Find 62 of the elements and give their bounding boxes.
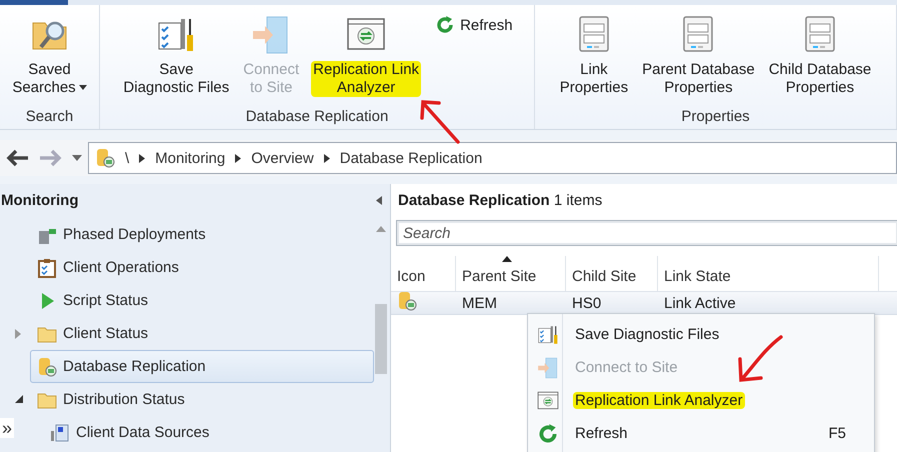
tree-item-label: Client Data Sources (76, 424, 210, 441)
pane-title: Monitoring (1, 192, 78, 208)
breadcrumb-item[interactable]: Monitoring (155, 150, 226, 166)
checklist-wrench-icon (537, 324, 559, 346)
annotation-arrow (418, 98, 462, 144)
refresh-icon (435, 15, 456, 35)
tree-item-label: Phased Deployments (63, 226, 206, 243)
database-sync-icon (95, 148, 115, 168)
refresh-button[interactable]: Refresh (433, 13, 515, 37)
tree-item[interactable]: Script Status (30, 284, 374, 317)
column-header[interactable]: Link State (658, 256, 879, 291)
breadcrumb-item[interactable]: Overview (251, 150, 314, 166)
ribbon-button[interactable]: Parent Database Properties (638, 13, 759, 99)
clipboard-icon (37, 258, 57, 278)
tree-item[interactable]: Client Data Sources (43, 416, 374, 449)
menu-item[interactable]: Save Diagnostic Files (528, 318, 874, 351)
group-label: Properties (681, 108, 750, 127)
window-sync-icon (537, 390, 559, 412)
server-arrow-icon (537, 356, 559, 378)
menu-item[interactable]: Refresh F5 (528, 417, 874, 450)
caret-icon (78, 85, 87, 92)
column-header[interactable]: Child Site (566, 256, 658, 291)
ribbon-button[interactable]: Link Properties (556, 13, 632, 99)
overflow-button[interactable]: » (0, 418, 14, 438)
menu-item[interactable]: Replication Link Analyzer (528, 384, 874, 417)
tree-item-label: Distribution Status (63, 391, 185, 408)
table-cell-text: Link Active (663, 294, 737, 312)
history-dropdown[interactable] (70, 155, 84, 161)
breadcrumb-separator-icon (139, 154, 146, 162)
table-cell-text: HS0 (571, 294, 602, 312)
database-sync-icon (37, 356, 57, 376)
tree-item-label: Client Operations (63, 259, 179, 276)
sort-ascending-icon (502, 256, 512, 262)
breadcrumb-separator-icon (324, 154, 330, 162)
refresh-icon (537, 422, 559, 444)
group-label: Search (26, 108, 74, 127)
breadcrumb-item[interactable]: Database Replication (340, 150, 482, 166)
tree-item-label: Client Status (63, 325, 148, 342)
content-title: Database Replication 1 items (397, 190, 604, 210)
group-label: Database Replication (246, 108, 388, 127)
search-field[interactable]: Search (396, 220, 897, 246)
breadcrumb-root[interactable]: \ (125, 150, 130, 166)
column-header[interactable]: Icon (391, 256, 456, 291)
tree-item[interactable]: Phased Deployments (30, 218, 374, 251)
tree-item[interactable]: Client Operations (30, 251, 374, 284)
table-cell-text: MEM (461, 294, 498, 312)
tree-item[interactable]: Distribution Status (30, 383, 374, 416)
expanded-icon[interactable] (15, 395, 23, 403)
column-header[interactable]: Parent Site (456, 256, 566, 291)
data-sources-icon (50, 422, 70, 442)
tree-item-label: Script Status (63, 292, 148, 309)
ribbon-button[interactable]: Child Database Properties (764, 13, 876, 99)
ribbon-button[interactable]: Saved Searches (8, 13, 91, 99)
breadcrumb-separator-icon (235, 154, 242, 162)
tree-item[interactable]: Database Replication (30, 350, 374, 383)
ribbon-button[interactable]: Replication Link Analyzer (309, 13, 424, 99)
collapse-pane-icon[interactable] (376, 196, 382, 204)
table-row[interactable]: MEM HS0 Link Active (391, 292, 897, 315)
tree-item[interactable]: Client Status (30, 317, 374, 350)
tree-item-label: Database Replication (63, 358, 206, 375)
database-sync-icon (397, 292, 417, 311)
ribbon-button[interactable]: Save Diagnostic Files (119, 13, 234, 99)
